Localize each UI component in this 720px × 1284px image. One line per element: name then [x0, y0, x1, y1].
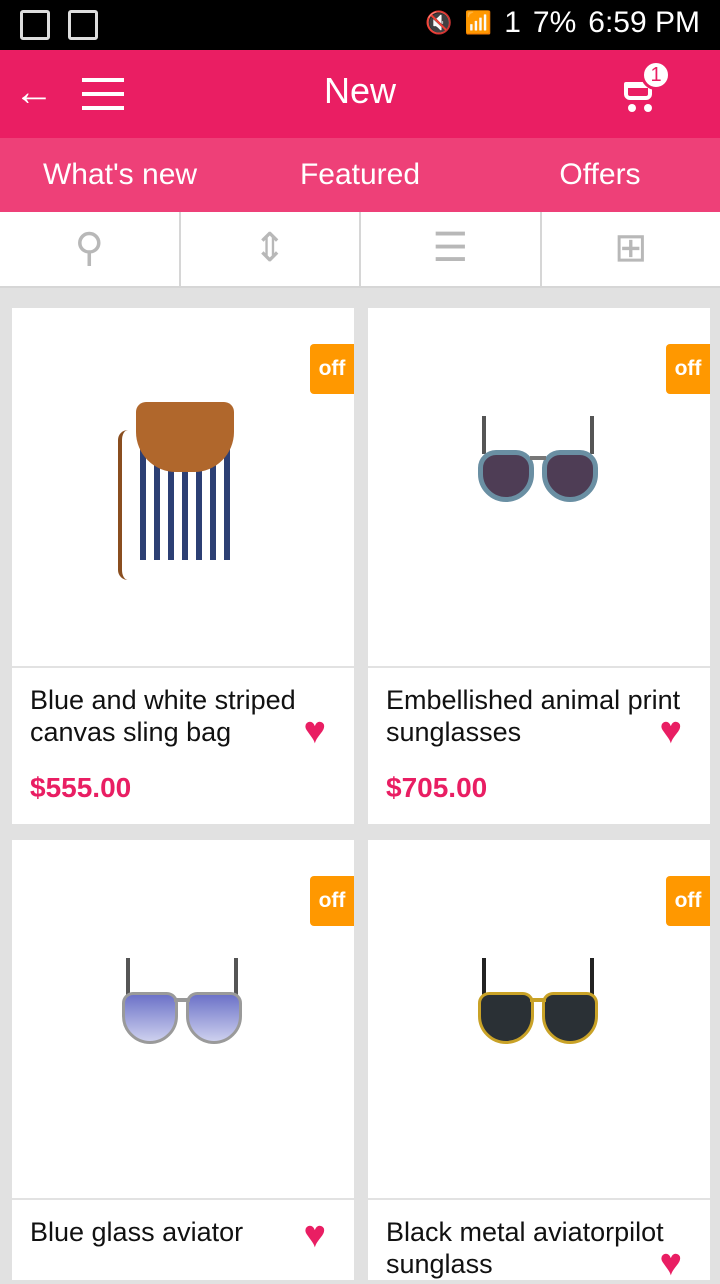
list-view-button[interactable]: ☰	[359, 212, 540, 286]
aviator-image	[478, 980, 598, 1050]
search-icon: ⚲	[0, 226, 179, 270]
favorite-heart-icon[interactable]: ♥	[659, 1244, 682, 1282]
discount-badge: off	[310, 876, 354, 926]
filter-toolbar: ⚲ ⇕ ☰ ⊞	[0, 212, 720, 288]
tab-bar: What's new Featured Offers	[0, 138, 720, 212]
status-bar: 🔇 📶 1 7% 6:59 PM	[0, 0, 720, 50]
sort-icon: ⇕	[181, 226, 360, 270]
discount-badge: off	[666, 344, 710, 394]
product-name[interactable]: Embellished animal print sunglasses	[386, 684, 696, 748]
sort-button[interactable]: ⇕	[179, 212, 360, 286]
product-name[interactable]: Blue glass aviator	[30, 1216, 300, 1248]
sling-bag-image	[130, 402, 242, 562]
product-name[interactable]: Black metal aviatorpilot sunglass	[386, 1216, 686, 1280]
aviator-image	[122, 980, 242, 1050]
sim-indicator: 1	[504, 6, 521, 40]
page-title: New	[0, 70, 720, 112]
app-bar: ← New 1	[0, 50, 720, 138]
product-card[interactable]: off Blue glass aviator ♥	[12, 840, 354, 1280]
tab-offers[interactable]: Offers	[480, 138, 720, 212]
favorite-heart-icon[interactable]: ♥	[303, 1216, 326, 1254]
product-card[interactable]: off Blue and white striped canvas sling …	[12, 308, 354, 824]
product-image[interactable]	[368, 308, 710, 668]
product-card[interactable]: off Black metal aviatorpilot sunglass ♥	[368, 840, 710, 1280]
grid-icon: ⊞	[542, 226, 720, 270]
mute-icon: 🔇	[425, 10, 452, 36]
product-card[interactable]: off Embellished animal print sunglasses …	[368, 308, 710, 824]
product-image[interactable]	[12, 308, 354, 668]
tab-featured[interactable]: Featured	[240, 138, 480, 212]
image-icon	[68, 10, 98, 40]
product-price: $555.00	[30, 772, 131, 804]
list-icon: ☰	[361, 226, 540, 270]
wifi-icon: 📶	[465, 10, 492, 36]
product-image[interactable]	[12, 840, 354, 1200]
favorite-heart-icon[interactable]: ♥	[659, 712, 682, 750]
product-image[interactable]	[368, 840, 710, 1200]
product-name[interactable]: Blue and white striped canvas sling bag	[30, 684, 300, 748]
grid-view-button[interactable]: ⊞	[540, 212, 720, 286]
discount-badge: off	[310, 344, 354, 394]
discount-badge: off	[666, 876, 710, 926]
search-button[interactable]: ⚲	[0, 212, 179, 286]
cart-count-badge: 1	[641, 60, 671, 90]
favorite-heart-icon[interactable]: ♥	[303, 712, 326, 750]
battery-text: 7%	[533, 6, 576, 40]
sunglasses-image	[478, 438, 598, 508]
clock: 6:59 PM	[588, 6, 700, 40]
tab-whats-new[interactable]: What's new	[0, 138, 240, 212]
product-price: $705.00	[386, 772, 487, 804]
notification-icon	[20, 10, 50, 40]
